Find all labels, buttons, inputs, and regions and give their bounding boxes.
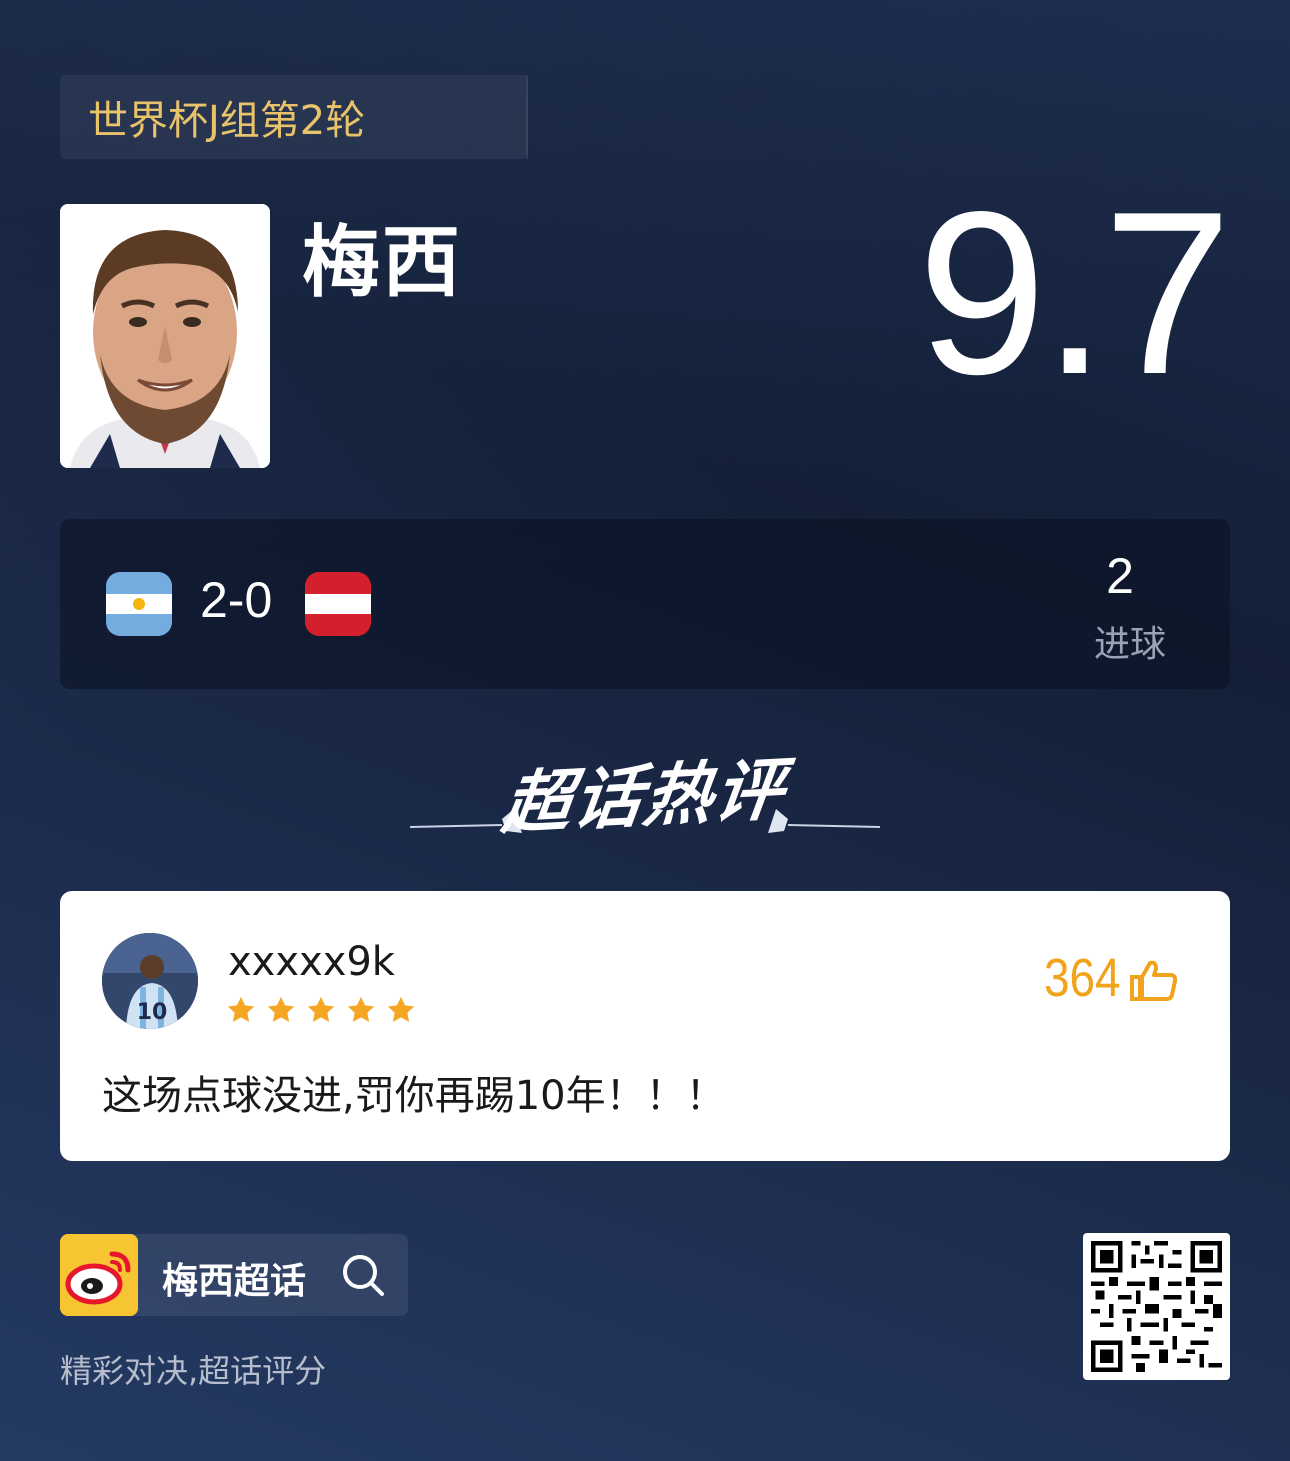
match-score: 2-0 [200, 572, 273, 628]
super-topic-button[interactable]: 梅西超话 [60, 1234, 408, 1316]
avatar[interactable]: 10 [102, 933, 198, 1029]
comment-username[interactable]: xxxxx9k [228, 939, 395, 985]
goals-label: 进球 [1093, 624, 1166, 665]
qr-code [1083, 1233, 1230, 1380]
star-icon [227, 996, 255, 1022]
share-card: 世界杯J组第2轮 梅西 9.7 2-0 2 进球 超话热评 10 xxxxx9k… [0, 0, 1290, 1461]
qr-code-icon [1091, 1241, 1222, 1372]
section-heading: 超话热评 [410, 735, 880, 845]
footer-slogan: 精彩对决,超话评分 [60, 1352, 327, 1390]
comment-card[interactable]: 10 xxxxx9k 364 这场点球没进,罚你再踢10年！！！ [60, 891, 1230, 1161]
thumbs-up-icon[interactable] [1110, 957, 1180, 1003]
weibo-logo-icon [60, 1234, 138, 1316]
austria-flag-icon [305, 572, 371, 636]
round-tag: 世界杯J组第2轮 [60, 75, 528, 159]
search-icon[interactable] [340, 1252, 386, 1298]
player-photo [60, 204, 270, 468]
round-tag-label: 世界杯J组第2轮 [88, 98, 366, 144]
star-icon [307, 996, 335, 1022]
star-icon [267, 996, 295, 1022]
player-portrait-icon [60, 204, 270, 468]
argentina-flag-icon [106, 572, 172, 636]
match-card[interactable]: 2-0 2 进球 [60, 519, 1230, 689]
super-topic-label: 梅西超话 [162, 1261, 307, 1302]
rating-stars [226, 995, 416, 1025]
comment-text: 这场点球没进,罚你再踢10年！！！ [102, 1073, 726, 1119]
goals-count: 2 [1106, 548, 1134, 604]
player-name: 梅西 [302, 218, 463, 308]
star-icon [387, 996, 415, 1022]
star-icon [347, 996, 375, 1022]
svg-text:10: 10 [137, 1000, 168, 1025]
player-rating: 9.7 [917, 164, 1232, 423]
